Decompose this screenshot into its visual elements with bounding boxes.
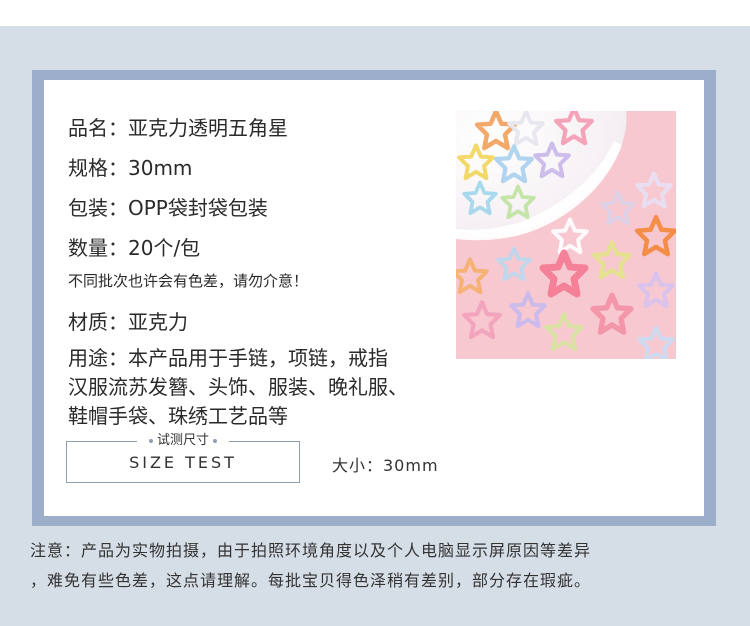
size-test-box: 试测尺寸 SIZE TEST	[66, 432, 300, 483]
spec-color-note: 不同批次也许会有色差，请勿介意！	[68, 272, 309, 290]
size-test-value: 大小：30mm	[332, 456, 439, 475]
size-test-label: SIZE TEST	[129, 453, 237, 472]
spec-usage: 用途：本产品用于手链，项链，戒指 汉服流苏发簪、头饰、服装、晚礼服、 鞋帽手袋、…	[68, 344, 448, 431]
spec-name: 品名：亚克力透明五角星	[68, 116, 288, 140]
spec-size: 规格：30mm	[68, 156, 193, 180]
top-gap	[0, 0, 750, 26]
spec-list: 品名：亚克力透明五角星 规格：30mm 包装：OPP袋封袋包装 数量：20个/包…	[68, 108, 448, 431]
footer-note-line: 注意：产品为实物拍摄，由于拍照环境角度以及个人电脑显示屏原因等差异	[30, 541, 592, 560]
size-test-title-text: 试测尺寸	[156, 433, 210, 448]
bullet-dot	[213, 438, 218, 443]
usage-line: 汉服流苏发簪、头饰、服装、晚礼服、	[68, 375, 408, 399]
footer-note: 注意：产品为实物拍摄，由于拍照环境角度以及个人电脑显示屏原因等差异 ，难免有些色…	[30, 536, 730, 596]
acrylic-stars-image	[456, 111, 676, 359]
footer-note-line: ，难免有些色差，这点请理解。每批宝贝得色泽稍有差别，部分存在瑕疵。	[30, 571, 592, 590]
usage-line: 鞋帽手袋、珠绣工艺品等	[68, 404, 288, 428]
product-photo	[456, 111, 676, 359]
spec-material: 材质：亚克力	[68, 310, 188, 334]
size-test-title: 试测尺寸	[136, 432, 230, 450]
usage-line: 用途：本产品用于手链，项链，戒指	[68, 346, 388, 370]
bullet-dot	[148, 438, 153, 443]
spec-quantity: 数量：20个/包	[68, 236, 201, 260]
spec-packing: 包装：OPP袋封袋包装	[68, 196, 268, 220]
